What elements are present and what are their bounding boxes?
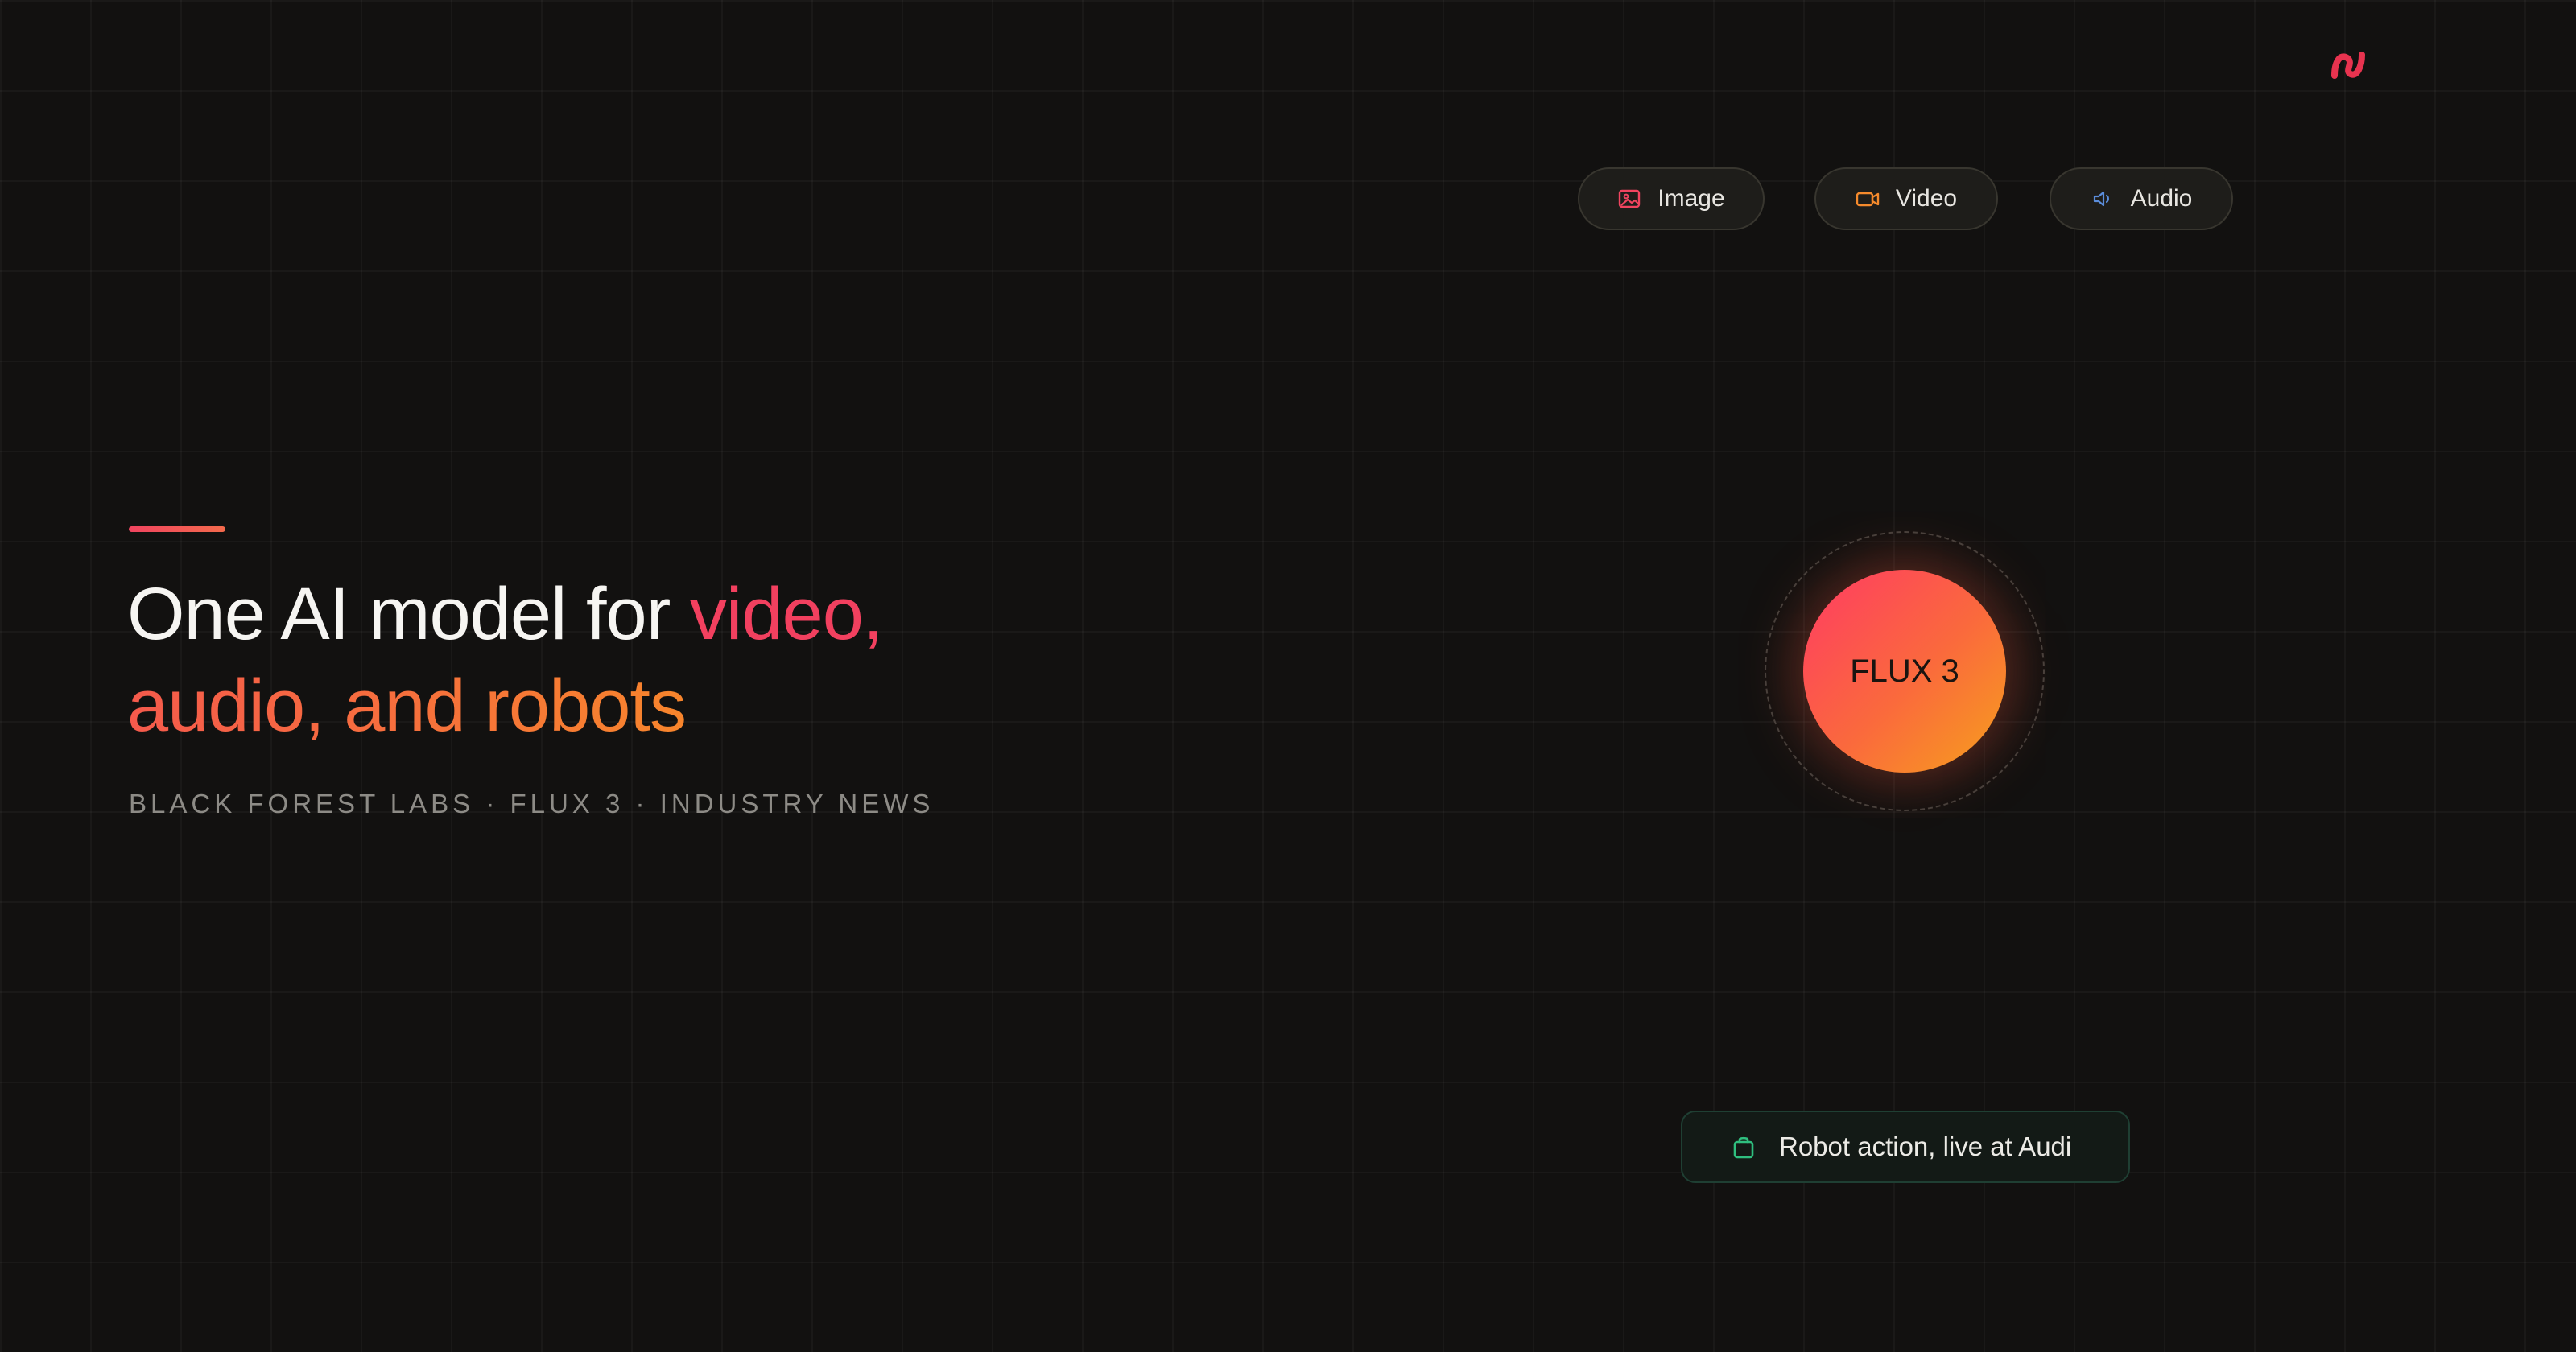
media-type-pills: Image Video Audio: [1578, 167, 2233, 233]
hero-headline: One AI model for video, audio, and robot…: [127, 568, 1174, 752]
pill-video-label: Video: [1895, 185, 1958, 212]
headline-part-plain: One AI model for: [127, 573, 690, 655]
pill-audio[interactable]: Audio: [2050, 167, 2233, 230]
brand-logo-icon[interactable]: [2326, 43, 2370, 87]
headline-part-audio-robots: audio, and robots: [127, 665, 687, 747]
accent-divider: [129, 526, 225, 532]
hero-subline: BLACK FOREST LABS · FLUX 3 · INDUSTRY NE…: [129, 789, 935, 818]
pill-image[interactable]: Image: [1578, 167, 1765, 230]
flux-orb[interactable]: FLUX 3: [1803, 570, 2006, 773]
speaker-icon: [2091, 187, 2115, 211]
pill-audio-label: Audio: [2130, 185, 2193, 212]
orb-label: FLUX 3: [1850, 653, 1959, 689]
robot-action-badge[interactable]: Robot action, live at Audi: [1681, 1111, 2130, 1183]
bag-icon: [1731, 1134, 1757, 1160]
pill-image-label: Image: [1657, 185, 1725, 212]
video-camera-icon: [1856, 187, 1880, 211]
badge-label: Robot action, live at Audi: [1779, 1131, 2072, 1161]
pill-video[interactable]: Video: [1814, 167, 1998, 230]
image-icon: [1617, 187, 1641, 211]
headline-part-video: video,: [689, 573, 883, 655]
